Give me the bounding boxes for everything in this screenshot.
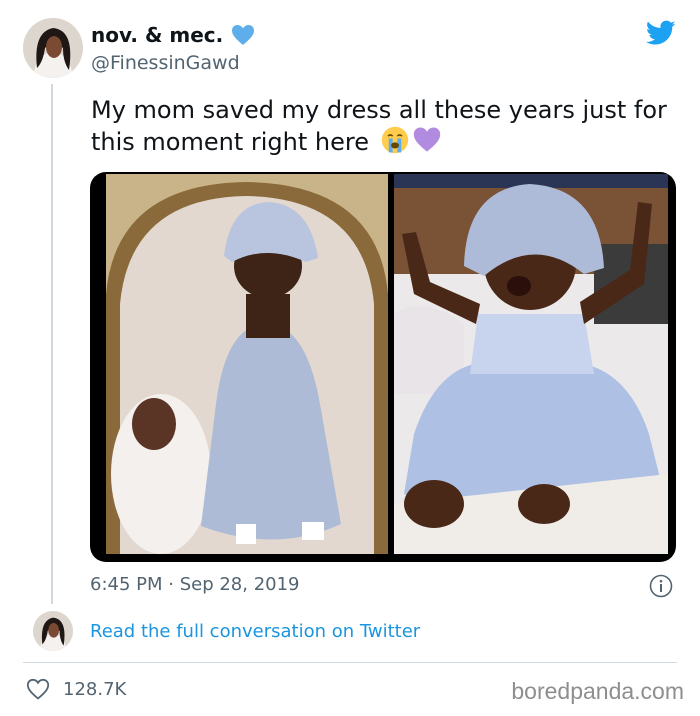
twitter-bird-icon[interactable]: [646, 20, 676, 46]
loudly-crying-face-icon: [381, 126, 408, 154]
divider: [23, 662, 677, 663]
tweet-text: My mom saved my dress all these years ju…: [91, 95, 671, 158]
info-icon[interactable]: [649, 574, 673, 598]
read-conversation-link[interactable]: Read the full conversation on Twitter: [90, 621, 420, 642]
thread-line: [51, 84, 53, 604]
tweet-timestamp[interactable]: 6:45 PM · Sep 28, 2019: [90, 574, 300, 595]
tweet-media[interactable]: [90, 172, 676, 562]
tweet-body: My mom saved my dress all these years ju…: [91, 96, 667, 156]
blue-heart-icon: [232, 25, 255, 45]
author-handle[interactable]: @FinessinGawd: [91, 52, 255, 74]
photo-new-baby-dress[interactable]: [394, 174, 668, 554]
author-info: nov. & mec. @FinessinGawd: [91, 23, 255, 74]
display-name[interactable]: nov. & mec.: [91, 23, 223, 47]
author-avatar[interactable]: [23, 18, 83, 78]
watermark: boredpanda.com: [511, 678, 684, 704]
conversation-avatar[interactable]: [33, 611, 73, 651]
photo-old-baby-dress[interactable]: [106, 174, 388, 554]
heart-outline-icon[interactable]: [26, 678, 50, 700]
like-count[interactable]: 128.7K: [63, 679, 126, 700]
purple-heart-icon: [413, 127, 440, 152]
